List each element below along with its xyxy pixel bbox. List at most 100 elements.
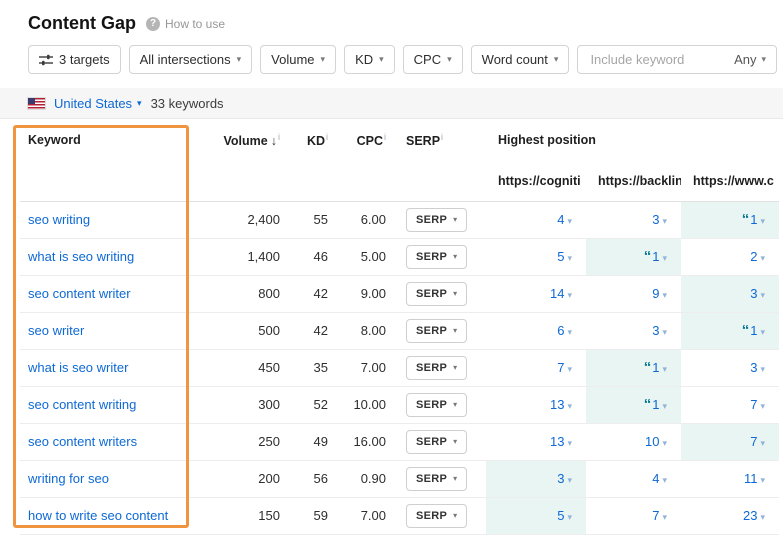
- serp-button[interactable]: SERP ▾: [406, 355, 468, 380]
- chevron-down-icon[interactable]: ▾: [760, 475, 765, 485]
- keyword-link[interactable]: writing for seo: [28, 471, 109, 486]
- table-row: writing for seo 200 56 0.90 SERP ▾ 3 ▾ 4 ▾ 11 ▾: [20, 460, 779, 498]
- volume-filter-dropdown[interactable]: Volume ▾: [260, 45, 337, 74]
- position-link[interactable]: 5: [557, 249, 564, 264]
- column-header-serp[interactable]: SERPi: [396, 119, 486, 161]
- serp-button[interactable]: SERP ▾: [406, 318, 468, 343]
- position-cell: 11 ▾: [681, 460, 779, 498]
- how-to-use-link[interactable]: ? How to use: [146, 16, 225, 31]
- target-url-header-3[interactable]: https://www.c: [681, 161, 779, 202]
- chevron-down-icon[interactable]: ▾: [760, 253, 765, 263]
- position-link[interactable]: 9: [652, 286, 659, 301]
- serp-button[interactable]: SERP ▾: [406, 207, 468, 232]
- position-link[interactable]: 3: [750, 360, 757, 375]
- column-header-volume[interactable]: Volume ↓i: [190, 119, 290, 161]
- kd-value: 46: [290, 238, 338, 276]
- position-link[interactable]: 7: [557, 360, 564, 375]
- position-link[interactable]: 7: [750, 434, 757, 449]
- chevron-down-icon[interactable]: ▾: [662, 216, 667, 226]
- chevron-down-icon[interactable]: ▾: [567, 401, 572, 411]
- chevron-down-icon[interactable]: ▾: [662, 327, 667, 337]
- position-link[interactable]: 1: [750, 212, 757, 227]
- country-dropdown[interactable]: United States ▾: [54, 96, 142, 111]
- chevron-down-icon[interactable]: ▾: [662, 253, 667, 263]
- chevron-down-icon[interactable]: ▾: [567, 475, 572, 485]
- chevron-down-icon[interactable]: ▾: [662, 290, 667, 300]
- position-cell-best: “1 ▾: [586, 238, 681, 276]
- chevron-down-icon[interactable]: ▾: [662, 512, 667, 522]
- chevron-down-icon[interactable]: ▾: [662, 438, 667, 448]
- position-cell-best: 7 ▾: [681, 423, 779, 461]
- position-link[interactable]: 7: [652, 508, 659, 523]
- kd-value: 42: [290, 312, 338, 350]
- keyword-link[interactable]: what is seo writer: [28, 360, 128, 375]
- kd-filter-dropdown[interactable]: KD ▾: [344, 45, 395, 74]
- position-link[interactable]: 4: [652, 471, 659, 486]
- chevron-down-icon[interactable]: ▾: [760, 364, 765, 374]
- serp-button[interactable]: SERP ▾: [406, 392, 468, 417]
- position-link[interactable]: 1: [652, 397, 659, 412]
- keyword-link[interactable]: what is seo writing: [28, 249, 134, 264]
- chevron-down-icon[interactable]: ▾: [567, 327, 572, 337]
- position-link[interactable]: 3: [652, 212, 659, 227]
- serp-button[interactable]: SERP ▾: [406, 429, 468, 454]
- table-row: seo content writers 250 49 16.00 SERP ▾ 13 ▾ 10 ▾…: [20, 423, 779, 461]
- chevron-down-icon[interactable]: ▾: [567, 253, 572, 263]
- keyword-link[interactable]: seo content writers: [28, 434, 137, 449]
- serp-button[interactable]: SERP ▾: [406, 503, 468, 528]
- cpc-filter-dropdown[interactable]: CPC ▾: [402, 45, 463, 74]
- chevron-down-icon[interactable]: ▾: [567, 364, 572, 374]
- include-keyword-input[interactable]: [588, 51, 735, 68]
- chevron-down-icon[interactable]: ▾: [760, 438, 765, 448]
- chevron-down-icon[interactable]: ▾: [567, 216, 572, 226]
- chevron-down-icon[interactable]: ▾: [662, 475, 667, 485]
- url-header-spacer: [20, 161, 486, 202]
- chevron-down-icon[interactable]: ▾: [760, 512, 765, 522]
- position-link[interactable]: 13: [550, 434, 564, 449]
- position-link[interactable]: 23: [743, 508, 757, 523]
- serp-button[interactable]: SERP ▾: [406, 466, 468, 491]
- target-url-header-2[interactable]: https://backlin: [586, 161, 681, 202]
- position-link[interactable]: 3: [750, 286, 757, 301]
- intersections-dropdown[interactable]: All intersections ▾: [128, 45, 253, 74]
- keyword-link[interactable]: seo content writer: [28, 286, 131, 301]
- chevron-down-icon[interactable]: ▾: [567, 290, 572, 300]
- position-link[interactable]: 1: [652, 360, 659, 375]
- word-count-dropdown[interactable]: Word count ▾: [470, 45, 570, 74]
- target-url-header-1[interactable]: https://cogniti: [486, 161, 586, 202]
- position-link[interactable]: 2: [750, 249, 757, 264]
- column-header-cpc[interactable]: CPCi: [338, 119, 396, 161]
- position-link[interactable]: 3: [652, 323, 659, 338]
- position-link[interactable]: 6: [557, 323, 564, 338]
- position-link[interactable]: 13: [550, 397, 564, 412]
- position-link[interactable]: 10: [645, 434, 659, 449]
- position-link[interactable]: 1: [750, 323, 757, 338]
- column-header-keyword[interactable]: Keyword: [20, 119, 190, 161]
- kd-value: 49: [290, 423, 338, 461]
- keyword-link[interactable]: seo writer: [28, 323, 84, 338]
- any-dropdown[interactable]: Any ▾: [734, 52, 766, 67]
- chevron-down-icon[interactable]: ▾: [760, 327, 765, 337]
- column-header-kd[interactable]: KDi: [290, 119, 338, 161]
- chevron-down-icon[interactable]: ▾: [760, 216, 765, 226]
- position-link[interactable]: 7: [750, 397, 757, 412]
- chevron-down-icon[interactable]: ▾: [662, 364, 667, 374]
- targets-button[interactable]: 3 targets: [28, 45, 121, 74]
- keyword-link[interactable]: seo writing: [28, 212, 90, 227]
- chevron-down-icon[interactable]: ▾: [760, 401, 765, 411]
- chevron-down-icon[interactable]: ▾: [760, 290, 765, 300]
- position-link[interactable]: 11: [744, 471, 758, 486]
- keyword-link[interactable]: how to write seo content: [28, 508, 168, 523]
- chevron-down-icon[interactable]: ▾: [662, 401, 667, 411]
- position-link[interactable]: 4: [557, 212, 564, 227]
- keyword-link[interactable]: seo content writing: [28, 397, 136, 412]
- chevron-down-icon[interactable]: ▾: [567, 438, 572, 448]
- position-link[interactable]: 14: [550, 286, 564, 301]
- serp-button[interactable]: SERP ▾: [406, 281, 468, 306]
- position-link[interactable]: 1: [652, 249, 659, 264]
- position-link[interactable]: 3: [557, 471, 564, 486]
- chevron-down-icon[interactable]: ▾: [567, 512, 572, 522]
- position-link[interactable]: 5: [557, 508, 564, 523]
- volume-value: 150: [190, 497, 290, 535]
- serp-button[interactable]: SERP ▾: [406, 244, 468, 269]
